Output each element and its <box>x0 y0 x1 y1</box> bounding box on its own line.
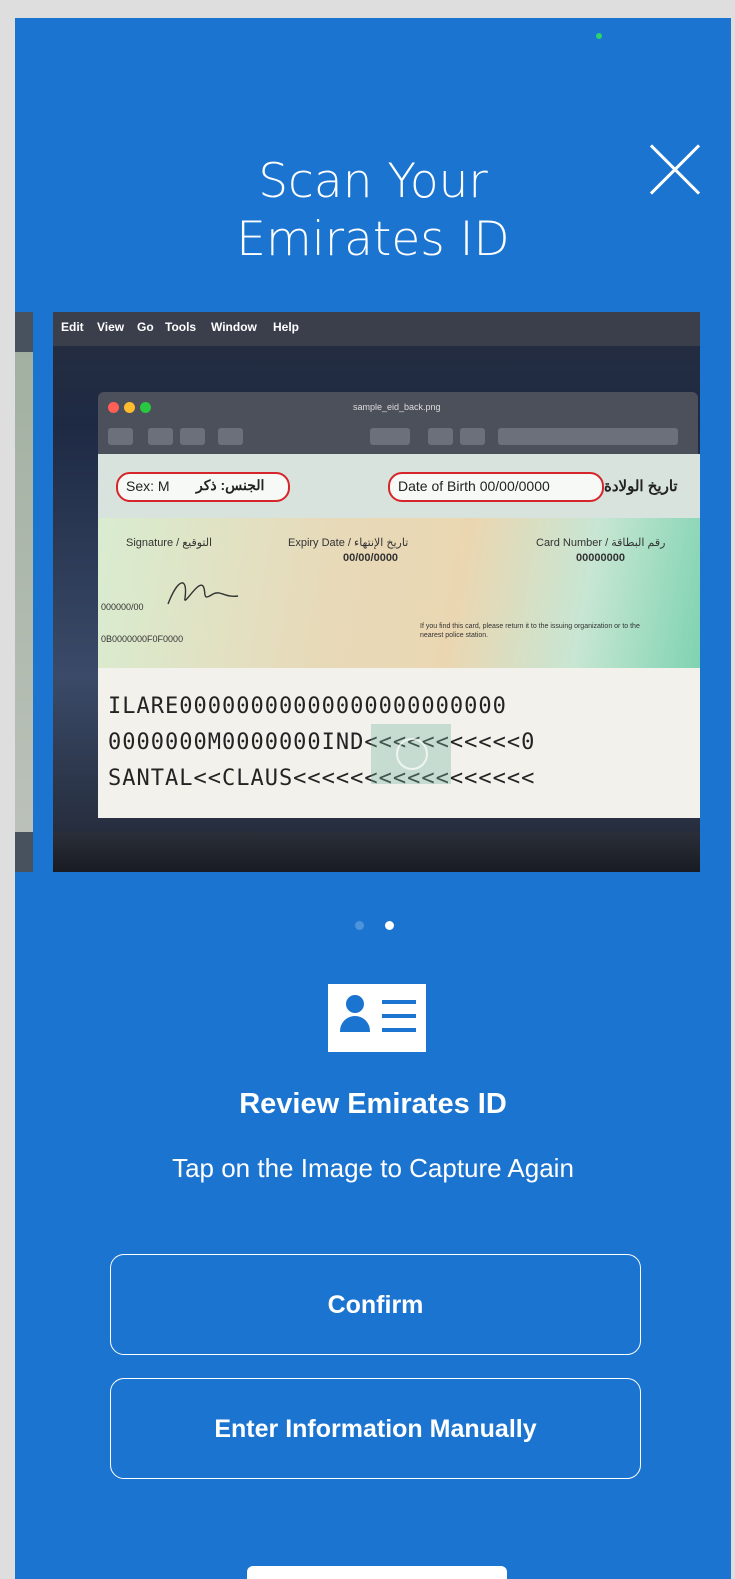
menu-help: Help <box>273 320 300 334</box>
card-number-label: Card Number / رقم البطاقة <box>536 537 666 549</box>
zoom-in-icon <box>180 428 205 445</box>
close-dot-icon <box>108 402 119 413</box>
rotate-icon <box>428 428 453 445</box>
confirm-button[interactable]: Confirm <box>110 1254 641 1355</box>
enter-manually-button[interactable]: Enter Information Manually <box>110 1378 641 1479</box>
status-indicator <box>596 33 602 39</box>
markup-icon <box>370 428 410 445</box>
page-title-line1: Scan Your <box>258 154 488 209</box>
sidebar-icon <box>108 428 133 445</box>
mrz-line-2: 0000000M0000000IND<<<<<<<<<<<0 <box>108 730 536 755</box>
signature-label: Signature / التوقيع <box>126 537 213 549</box>
sex-label-ar: الجنس: ذكر <box>196 477 265 493</box>
zoom-out-icon <box>148 428 173 445</box>
id-card-top: Sex: M الجنس: ذكر Date of Birth 00/00/00… <box>98 454 700 518</box>
code-line-1: 000000/00 <box>101 602 144 612</box>
viewer-file-name: sample_eid_back.png <box>353 402 441 412</box>
expiry-value: 00/00/0000 <box>343 552 399 564</box>
menu-view: View <box>97 320 125 334</box>
photo-menubar: Edit View Go Tools Window Help <box>53 312 700 346</box>
menu-edit: Edit <box>61 320 84 334</box>
scan-screen: Scan Your Emirates ID Edit View Go Tools… <box>15 18 731 1579</box>
sex-label: Sex: M <box>126 478 170 494</box>
minimize-dot-icon <box>124 402 135 413</box>
close-icon[interactable] <box>645 140 705 200</box>
desk-edge <box>53 832 700 872</box>
search-field <box>498 428 678 445</box>
signature-image <box>167 582 239 605</box>
focus-indicator <box>371 724 451 784</box>
dob-label: Date of Birth 00/00/0000 <box>398 478 550 494</box>
return-notice: If you find this card, please return it … <box>420 623 640 639</box>
mrz-line-1: ILARE00000000000000000000000 <box>108 694 507 719</box>
menu-go: Go <box>137 320 154 334</box>
mrz-line-3: SANTAL<<CLAUS<<<<<<<<<<<<<<<<< <box>108 766 536 791</box>
zoom-dot-icon <box>140 402 151 413</box>
page-title: Scan Your Emirates ID <box>15 153 731 269</box>
annotate-icon <box>460 428 485 445</box>
dob-label-ar: تاريخ الولادة <box>604 478 678 495</box>
menu-tools: Tools <box>165 320 197 334</box>
card-number-value: 00000000 <box>576 552 625 564</box>
review-title: Review Emirates ID <box>239 1088 507 1120</box>
home-indicator <box>247 1566 507 1579</box>
share-icon <box>218 428 243 445</box>
menu-window: Window <box>211 320 257 334</box>
id-card-icon <box>328 984 426 1052</box>
code-line-2: 0B0000000F0F0000 <box>101 634 184 644</box>
previous-scan-image[interactable] <box>15 312 33 872</box>
pager-dot-1[interactable] <box>355 921 364 930</box>
page-title-line2: Emirates ID <box>236 212 510 267</box>
captured-id-image[interactable]: Edit View Go Tools Window Help sample_ei… <box>53 312 700 872</box>
expiry-label: Expiry Date / تاريخ الإنتهاء <box>288 537 409 549</box>
review-subtitle: Tap on the Image to Capture Again <box>172 1153 574 1183</box>
viewer-toolbar: sample_eid_back.png <box>98 392 698 454</box>
pager-dot-2-active[interactable] <box>385 921 394 930</box>
